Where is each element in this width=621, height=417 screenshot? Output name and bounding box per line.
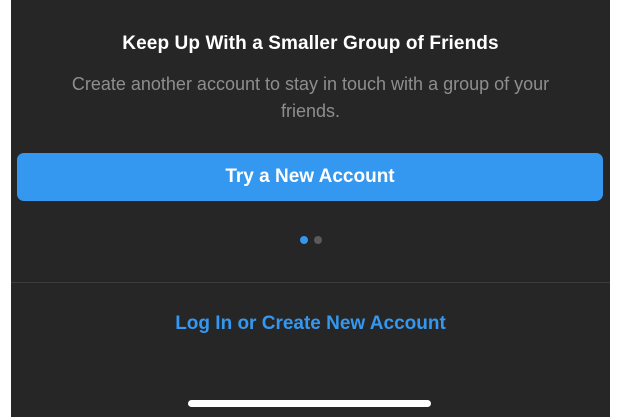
promo-subtitle: Create another account to stay in touch …: [71, 74, 550, 121]
promo-title: Keep Up With a Smaller Group of Friends: [122, 33, 499, 54]
page-dot-active: [299, 236, 308, 244]
dark-panel: Keep Up With a Smaller Group of Friends …: [11, 0, 610, 417]
page-indicator: [11, 236, 610, 246]
home-indicator-bar: [188, 400, 431, 407]
page-dot-inactive: [313, 236, 322, 244]
app-screen: Keep Up With a Smaller Group of Friends …: [0, 0, 621, 417]
section-divider: [11, 282, 610, 283]
login-or-create-account-link[interactable]: Log In or Create New Account: [11, 313, 610, 335]
try-new-account-button[interactable]: Try a New Account: [17, 153, 603, 201]
